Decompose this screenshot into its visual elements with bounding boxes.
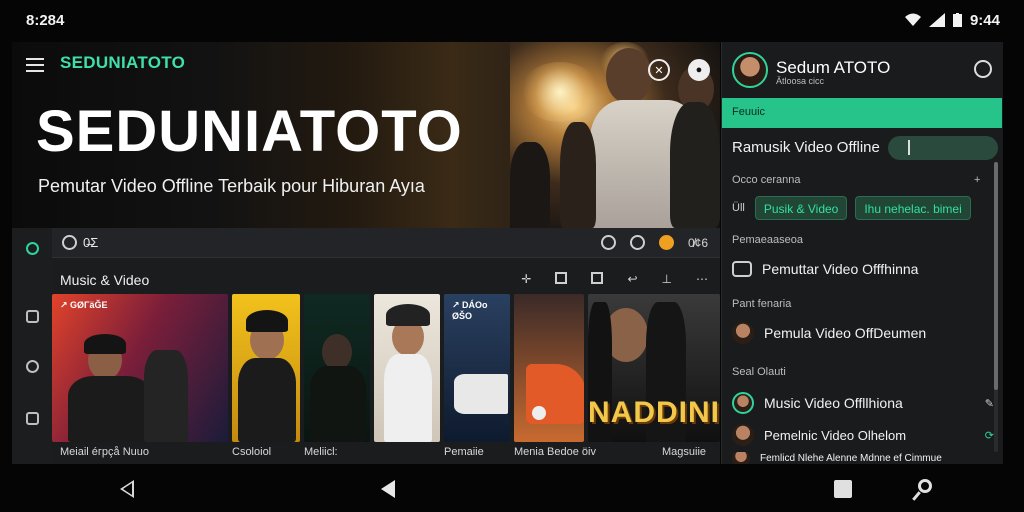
avatar bbox=[732, 452, 750, 464]
tile-caption: Menia Bedoe öiv bbox=[514, 446, 596, 458]
profile-icon[interactable]: ● bbox=[688, 59, 710, 81]
list-item[interactable]: Pemuttar Video Offfhinna bbox=[732, 256, 994, 282]
panel-label: Pant fenaria bbox=[732, 298, 792, 310]
right-panel: Sedum ATOTO Ätloosa cicc Feuuic Ramusik … bbox=[721, 42, 1003, 464]
list-item[interactable]: Pemula Video OffDeumen bbox=[732, 320, 994, 346]
section-title: Music & Video bbox=[60, 272, 150, 288]
scrollbar-thumb[interactable] bbox=[994, 162, 998, 390]
more-icon[interactable]: ⋯ bbox=[696, 272, 708, 286]
list-item-label: Pemula Video OffDeumen bbox=[764, 325, 927, 341]
list-item-label: Pemuttar Video Offfhinna bbox=[762, 261, 919, 277]
tile-overlay-text: NADDINIP bbox=[588, 396, 720, 429]
battery-icon bbox=[952, 13, 962, 27]
content-toolbar-actions: 0̸¢6 bbox=[600, 235, 708, 250]
panel-label: Pemaeaaseoa bbox=[732, 234, 803, 246]
panel-search-label: Ramusik Video Offline bbox=[732, 139, 880, 156]
profile-subtitle: Ätloosa cicc bbox=[776, 76, 825, 86]
hero-subtitle: Pemutar Video Offline Terbaik pour Hibur… bbox=[38, 176, 425, 196]
tile-captions: Meiail éгpçå Nuuo Csoloiol Meliicl: Pema… bbox=[52, 446, 720, 464]
tile-caption: Pemaiie bbox=[444, 446, 484, 458]
signal-icon bbox=[928, 13, 945, 27]
content-search[interactable]: 0̶Σ bbox=[62, 235, 98, 250]
content-toolbar-count: 0̸¢6 bbox=[687, 235, 708, 250]
wifi-icon bbox=[904, 13, 921, 26]
avatar bbox=[732, 392, 754, 414]
hero-title: SEDUNIATOTO bbox=[36, 99, 463, 164]
clock-icon[interactable] bbox=[26, 360, 39, 373]
device-screen: 8:284 9:44 SEDUNIATOTO SEDUNIATOTO Pemut… bbox=[0, 0, 1024, 512]
video-tile[interactable] bbox=[304, 294, 370, 442]
tile-badge: ↗ DÁOo ØŠO bbox=[452, 300, 488, 321]
panel-search[interactable]: Ramusik Video Offline bbox=[732, 136, 998, 160]
list-item-label: Music Video Offllhiona bbox=[764, 395, 903, 411]
back-icon[interactable] bbox=[120, 480, 134, 498]
panel-search-input[interactable] bbox=[888, 136, 998, 160]
settings-icon[interactable]: ✕ bbox=[648, 59, 670, 81]
library-icon[interactable] bbox=[26, 310, 39, 323]
tile-badge: ↗ GØΓäĞE bbox=[60, 300, 108, 310]
chip-group: Üll Pusik & Video Ihu nehelac. bimei bbox=[732, 196, 971, 220]
tile-caption: Meliicl: bbox=[304, 446, 338, 458]
edit-icon[interactable]: ✎ bbox=[985, 397, 994, 410]
content-panel: 0̶Σ 0̸¢6 Music & Video ✛ ↩ ⊥ ⋯ ↗ GØΓäĞE bbox=[52, 228, 720, 464]
list-item[interactable]: Music Video Offllhiona ✎ bbox=[732, 390, 994, 416]
status-time-left: 8:284 bbox=[26, 11, 65, 29]
panel-label: Occo ceranna bbox=[732, 174, 801, 186]
coin-icon[interactable] bbox=[658, 235, 674, 250]
panel-label: Seal Olauti bbox=[732, 366, 786, 378]
tile-caption: Magsuiie bbox=[662, 446, 707, 458]
chat-icon[interactable] bbox=[555, 272, 568, 284]
avatar bbox=[732, 322, 754, 344]
video-tile[interactable] bbox=[514, 294, 584, 442]
profile-header: Sedum ATOTO Ätloosa cicc bbox=[722, 42, 1003, 98]
list-item[interactable]: Femlicd Nlehe Alenne Mdnne ef Cimmue bbox=[732, 452, 994, 464]
tile-caption: Meiail éгpçå Nuuo bbox=[60, 446, 150, 458]
avatar bbox=[732, 424, 754, 446]
list-item-label: Femlicd Nlehe Alenne Mdnne ef Cimmue bbox=[760, 452, 942, 464]
video-tile[interactable]: ↗ DÁOo ØŠO bbox=[444, 294, 510, 442]
section-tools: ✛ ↩ ⊥ ⋯ bbox=[521, 272, 708, 286]
add-icon[interactable]: + bbox=[974, 174, 980, 186]
navigation-bar bbox=[0, 466, 1024, 512]
video-tile-row: ↗ GØΓäĞE ↗ DÁOo ØŠO NADDINI bbox=[52, 294, 720, 442]
chip-other[interactable]: Ihu nehelac. bimei bbox=[855, 196, 971, 220]
key-icon[interactable] bbox=[918, 479, 932, 493]
recents-icon[interactable] bbox=[834, 480, 852, 498]
search-icon bbox=[62, 235, 77, 250]
tile-caption: Csoloiol bbox=[232, 446, 272, 458]
download-icon[interactable]: ⊥ bbox=[662, 272, 672, 286]
share-icon[interactable]: ↩ bbox=[627, 272, 637, 286]
book-icon[interactable] bbox=[591, 272, 604, 284]
status-bar: 8:284 9:44 bbox=[0, 0, 1024, 40]
video-tile[interactable]: ↗ GØΓäĞE bbox=[52, 294, 228, 442]
video-tile[interactable] bbox=[232, 294, 300, 442]
left-rail bbox=[12, 228, 52, 464]
video-tile[interactable] bbox=[374, 294, 440, 442]
profile-name: Sedum ATOTO bbox=[776, 58, 891, 77]
list-item-label: Pemelnic Video Olhelom bbox=[764, 427, 907, 443]
status-time-right: 9:44 bbox=[969, 11, 1000, 29]
status-icons: 9:44 bbox=[904, 11, 1000, 29]
chip-music-video[interactable]: Pusik & Video bbox=[754, 196, 848, 220]
search-icon[interactable] bbox=[26, 242, 39, 255]
hero-banner: SEDUNIATOTO SEDUNIATOTO Pemutar Video Of… bbox=[12, 42, 720, 228]
folder-icon[interactable] bbox=[26, 412, 39, 425]
account-icon[interactable] bbox=[974, 60, 992, 78]
info-icon[interactable] bbox=[629, 235, 645, 250]
gamepad-icon bbox=[732, 261, 752, 277]
content-search-text: 0̶Σ bbox=[83, 235, 99, 250]
play-back-icon[interactable] bbox=[381, 480, 395, 498]
active-tab-bar[interactable]: Feuuic bbox=[722, 98, 1002, 128]
avatar[interactable] bbox=[732, 52, 768, 88]
content-toolbar: 0̶Σ 0̸¢6 bbox=[52, 228, 720, 258]
video-tile[interactable]: NADDINIP bbox=[588, 294, 720, 442]
add-icon[interactable]: ✛ bbox=[521, 272, 531, 286]
chip-group-icon: Üll bbox=[732, 202, 745, 214]
list-item[interactable]: Pemelnic Video Olhelom ⟳ bbox=[732, 422, 994, 448]
brand-logo: SEDUNIATOTO bbox=[60, 53, 186, 72]
menu-icon[interactable] bbox=[26, 58, 44, 72]
magnifier-icon[interactable] bbox=[600, 235, 616, 250]
sync-icon[interactable]: ⟳ bbox=[985, 429, 994, 442]
